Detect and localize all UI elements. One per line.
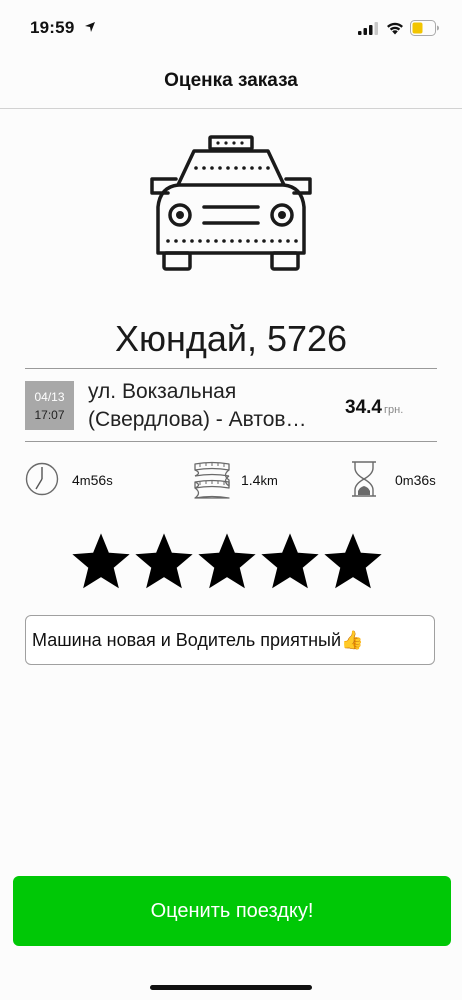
star-icon[interactable] [261, 533, 319, 591]
comment-input[interactable] [25, 615, 435, 665]
stat-distance: 1.4km [241, 472, 278, 488]
car-title: Хюндай, 5726 [114, 318, 348, 359]
order-price: 34.4 грн. [345, 397, 403, 419]
taxi-car-icon [150, 135, 312, 271]
status-bar: 19:59 [0, 0, 462, 58]
order-address: ул. Вокзальная (Свердлова) - Автов… [88, 378, 333, 434]
divider-top [25, 368, 437, 369]
nav-divider [0, 108, 462, 109]
page-title: Оценка заказа [164, 70, 298, 91]
divider-bottom [25, 441, 437, 442]
stat-waiting: 0m36s [395, 472, 436, 488]
hourglass-icon [352, 461, 376, 497]
address-line-1: ул. Вокзальная [88, 380, 237, 403]
star-icon[interactable] [198, 533, 256, 591]
star-icon[interactable] [135, 533, 193, 591]
rate-trip-button[interactable]: Оценить поездку! [13, 876, 451, 946]
wifi-icon [387, 22, 403, 35]
price-currency: грн. [383, 404, 404, 416]
order-date-badge: 04/13 17:07 [25, 381, 74, 430]
address-line-2: (Свердлова) - Автов… [88, 408, 307, 431]
order-time: 17:07 [34, 408, 65, 422]
status-time: 19:59 [30, 18, 75, 37]
order-date: 04/13 [34, 390, 65, 404]
location-arrow-icon [85, 22, 95, 32]
clock-icon [25, 462, 59, 496]
star-icon[interactable] [72, 533, 130, 591]
signal-icon [358, 22, 378, 35]
tape-measure-icon [194, 461, 230, 499]
home-indicator [150, 985, 312, 990]
stat-duration: 4m56s [72, 472, 113, 488]
price-value: 34.4 [345, 397, 382, 418]
star-icon[interactable] [324, 533, 382, 591]
battery-icon [410, 20, 439, 36]
